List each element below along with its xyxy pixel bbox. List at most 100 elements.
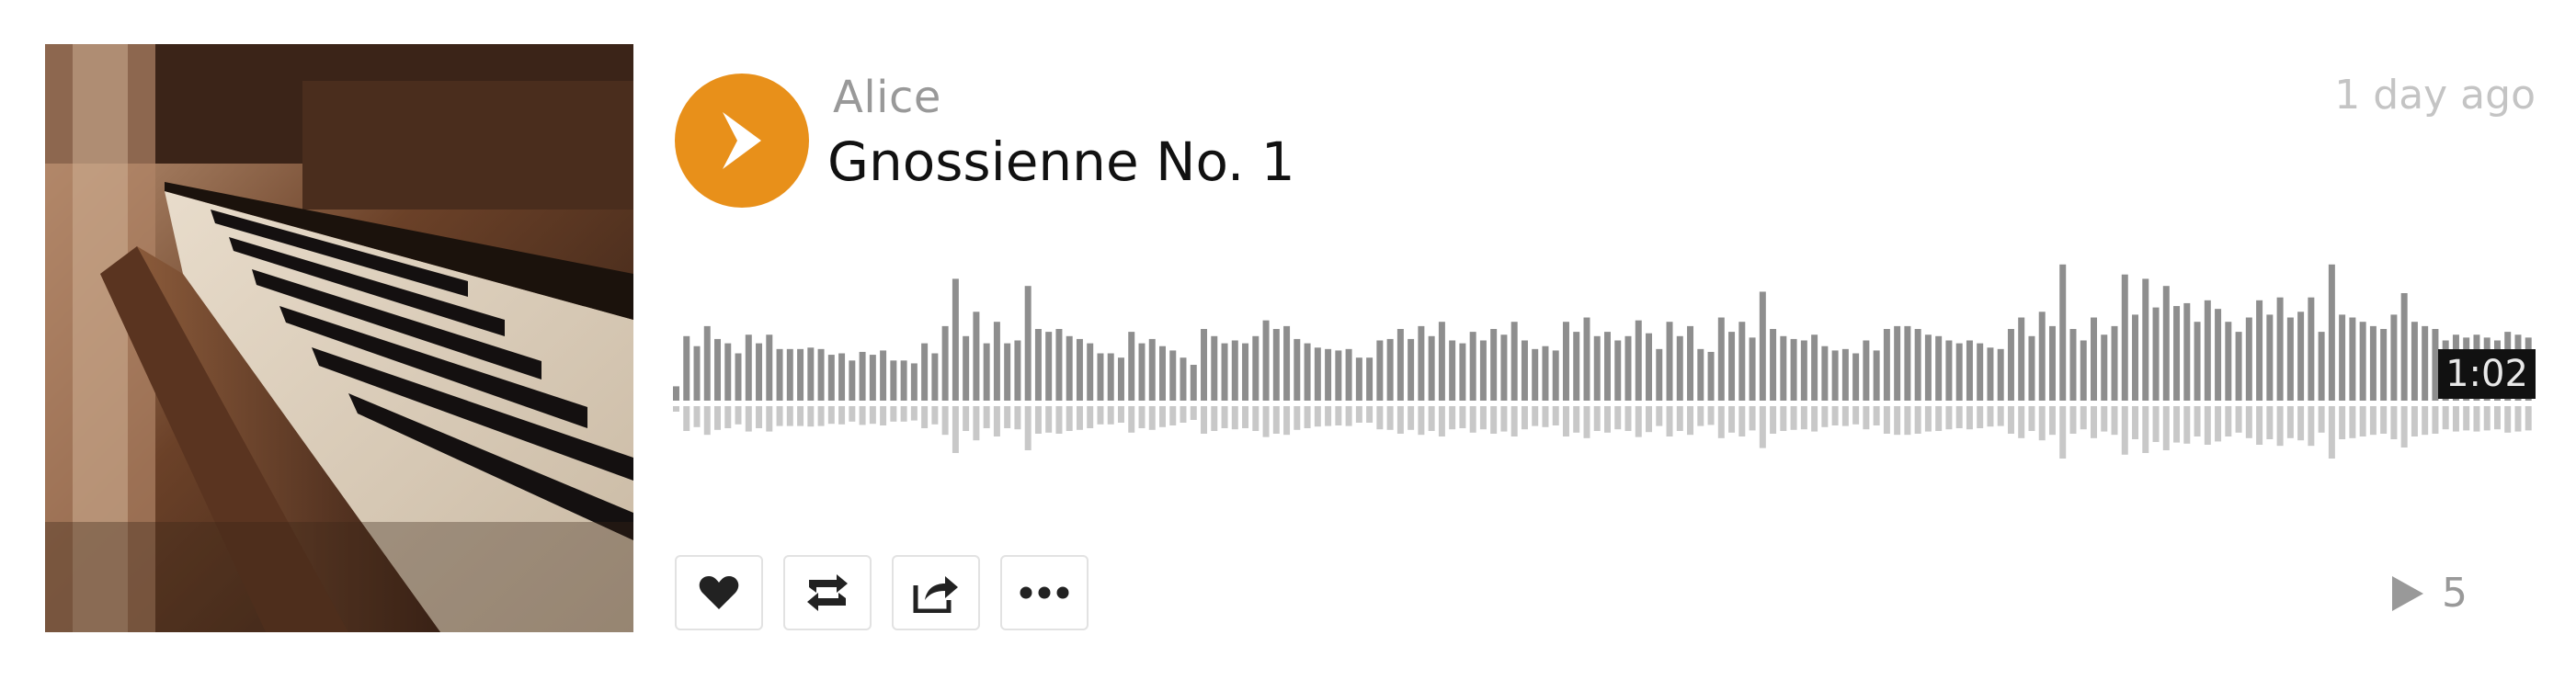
track-artwork[interactable] <box>45 44 633 632</box>
waveform-bar <box>2091 317 2097 401</box>
waveform-bar <box>1573 332 1580 401</box>
waveform-reflection-bar <box>1841 406 1849 426</box>
waveform[interactable] <box>673 248 2536 469</box>
more-button[interactable] <box>1000 555 1089 630</box>
share-button[interactable] <box>892 555 980 630</box>
waveform-reflection-bar <box>1997 406 2004 426</box>
waveform-reflection-bar <box>817 406 825 426</box>
waveform-reflection-bar <box>786 406 793 426</box>
waveform-bar <box>1242 343 1249 401</box>
waveform-reflection-bar <box>1646 406 1652 433</box>
waveform-bar <box>2048 325 2056 401</box>
waveform-reflection-bar <box>735 406 742 425</box>
waveform-bar <box>1697 348 1704 401</box>
waveform-bar <box>1408 338 1415 401</box>
waveform-reflection-bar <box>766 406 773 432</box>
posted-time: 1 day ago <box>2334 72 2536 119</box>
waveform-reflection-bar <box>1469 406 1476 433</box>
waveform-reflection-bar <box>2028 406 2035 431</box>
waveform-bar <box>2390 314 2398 401</box>
waveform-bar <box>2411 322 2418 401</box>
waveform-bar <box>1966 340 1973 401</box>
waveform-bar <box>963 335 970 401</box>
waveform-bar <box>1345 348 1352 401</box>
waveform-bar <box>1221 343 1228 401</box>
waveform-bar <box>1624 335 1632 401</box>
waveform-reflection-bar <box>1107 406 1114 425</box>
waveform-bar <box>1055 329 1063 401</box>
waveform-reflection-bar <box>2007 406 2014 434</box>
waveform-reflection-bar <box>1883 406 1890 434</box>
play-button[interactable] <box>675 74 809 208</box>
waveform-reflection-bar <box>1521 406 1528 430</box>
waveform-reflection-bar <box>1211 406 1218 431</box>
waveform-bar <box>1749 337 1756 401</box>
waveform-reflection-bar <box>1004 406 1011 428</box>
waveform-reflection-bar <box>1811 406 1818 432</box>
artist-name[interactable]: Alice <box>833 72 941 123</box>
waveform-reflection-bar <box>693 406 701 427</box>
waveform-bar <box>2101 334 2108 401</box>
waveform-bar <box>683 335 690 401</box>
waveform-bar <box>1190 365 1197 401</box>
waveform-bar <box>2349 317 2356 401</box>
waveform-reflection-bar <box>2132 406 2139 439</box>
waveform-reflection-bar <box>2183 406 2191 444</box>
waveform-bar <box>1666 322 1673 401</box>
waveform-reflection-bar <box>2111 406 2118 436</box>
like-button[interactable] <box>675 555 763 630</box>
waveform-bar <box>1252 335 1260 401</box>
waveform-bar <box>827 355 835 401</box>
waveform-reflection-bar <box>827 406 835 425</box>
waveform-bar <box>2069 329 2077 401</box>
waveform-reflection-bar <box>1573 406 1580 433</box>
waveform-reflection-bar <box>1376 406 1384 430</box>
waveform-reflection-bar <box>1148 406 1156 430</box>
waveform-bar <box>1935 335 1943 401</box>
waveform-reflection-bar <box>1676 406 1683 431</box>
waveform-reflection-bar <box>2328 406 2335 459</box>
waveform-reflection-bar <box>776 406 783 426</box>
waveform-bar <box>2266 314 2274 401</box>
plays-icon <box>2392 575 2423 611</box>
waveform-reflection-bar <box>1438 406 1445 436</box>
waveform-reflection-bar <box>2297 406 2305 441</box>
repost-button[interactable] <box>783 555 872 630</box>
waveform-bar <box>2059 264 2067 401</box>
track-title[interactable]: Gnossienne No. 1 <box>827 130 1295 193</box>
waveform-bar <box>1366 357 1373 401</box>
waveform-bar <box>1004 343 1011 401</box>
waveform-bar <box>1552 350 1559 401</box>
waveform-reflection-bar <box>2256 406 2263 445</box>
waveform-bar <box>1148 338 1156 401</box>
waveform-bar <box>1490 329 1498 401</box>
waveform-bar <box>703 325 711 401</box>
waveform-bar <box>1977 343 1984 401</box>
waveform-reflection-bar <box>797 406 804 426</box>
waveform-bar <box>859 351 866 401</box>
waveform-bar <box>1811 334 1818 401</box>
waveform-reflection-bar <box>2101 406 2108 432</box>
waveform-bar <box>2225 322 2232 401</box>
waveform-bar <box>1097 353 1104 401</box>
waveform-bar <box>1614 340 1622 401</box>
waveform-bar <box>952 278 959 401</box>
waveform-reflection-bar <box>1852 406 1860 425</box>
waveform-reflection-bar <box>1252 406 1260 431</box>
waveform-bar <box>1635 320 1642 401</box>
waveform-reflection-bar <box>1904 406 1911 436</box>
waveform-reflection-bar <box>1552 406 1559 425</box>
waveform-bar <box>1687 325 1694 401</box>
waveform-bar <box>2308 297 2315 401</box>
waveform-reflection-bar <box>1221 406 1228 428</box>
waveform-bar <box>1914 329 1921 401</box>
waveform-bar <box>1583 317 1590 401</box>
waveform-bar <box>1521 340 1528 401</box>
waveform-reflection-bar <box>1418 406 1425 436</box>
waveform-reflection-bar <box>1087 406 1094 428</box>
waveform-bar <box>849 360 856 401</box>
waveform-bar <box>993 322 1000 401</box>
waveform-reflection-bar <box>1707 406 1715 425</box>
waveform-reflection-bar <box>1117 406 1124 423</box>
waveform-reflection-bar <box>1449 406 1456 430</box>
